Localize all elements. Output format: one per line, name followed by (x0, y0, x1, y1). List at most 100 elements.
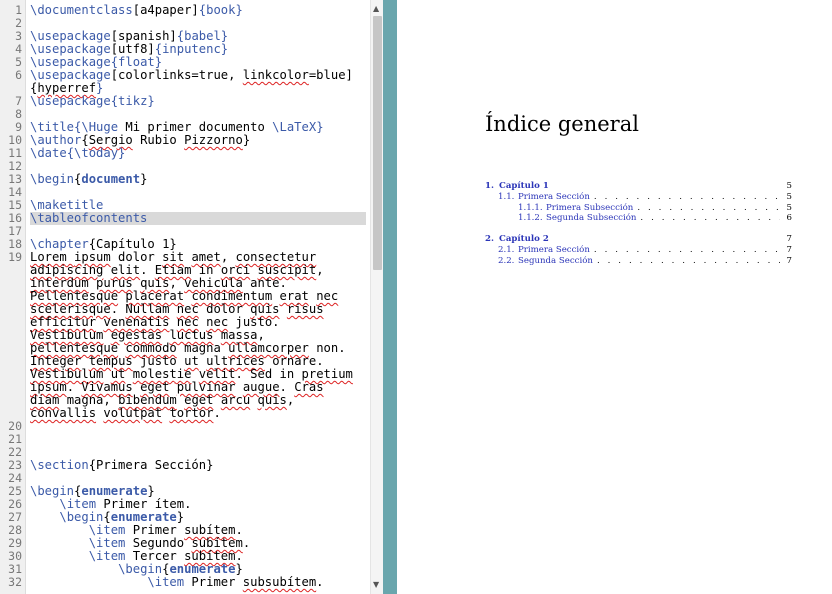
scroll-down-icon[interactable]: ▼ (373, 580, 379, 589)
misspelled-word: hyperref (37, 81, 97, 95)
toc-entry[interactable]: 1.1.1. Primera Subsección (518, 203, 633, 213)
code-line[interactable]: 7 \usepackage{tikz} (0, 95, 370, 108)
toc-entry[interactable]: 1.1. Primera Sección (498, 192, 590, 202)
misspelled-word: efficitur (30, 315, 97, 329)
code-text[interactable]: \usepackage[colorlinks=true, linkcolor=b… (30, 69, 366, 96)
scroll-thumb[interactable] (373, 16, 382, 270)
code-token: \usepackage (30, 29, 111, 43)
misspelled-word: commodo (125, 341, 177, 355)
code-token: . (66, 380, 82, 394)
toc-entry[interactable]: 2. Capítulo 2 (485, 234, 549, 244)
code-token: \item (59, 497, 97, 511)
code-text[interactable]: \section{Primera Sección} (30, 459, 366, 472)
misspelled-word: orci (220, 263, 251, 277)
code-line[interactable]: 23 \section{Primera Sección} (0, 459, 370, 472)
misspelled-word: Integer (30, 354, 82, 368)
code-token: non. (308, 341, 346, 355)
code-text[interactable]: \begin{document} (30, 173, 366, 186)
code-token: [a4paper] (132, 3, 199, 17)
code-token: \begin (30, 172, 75, 186)
code-line[interactable]: 11 \date{\today} (0, 147, 370, 160)
misspelled-word: amet (191, 250, 221, 264)
code-token: \usepackage (30, 94, 111, 108)
code-text[interactable]: Lorem ipsum dolor sit amet, consectetur … (30, 251, 366, 420)
code-text[interactable]: \date{\today} (30, 147, 366, 160)
toc-leader-dots: . . . . . . . . . . . . . . . . . . . . … (640, 213, 780, 224)
scroll-up-icon[interactable]: ▲ (373, 4, 379, 13)
code-line[interactable]: 19 Lorem ipsum dolor sit amet, consectetu… (0, 251, 370, 420)
code-line[interactable]: 6 \usepackage[colorlinks=true, linkcolor=… (0, 69, 370, 96)
toc-entry-label: Capítulo 2 (499, 234, 549, 245)
code-token: , (316, 263, 324, 277)
code-token: \date (30, 146, 67, 160)
code-line[interactable]: 13 \begin{document} (0, 173, 370, 186)
toc-entry-number: 1. (485, 181, 494, 191)
code-lines[interactable]: 1 \documentclass[a4paper]{book} 2 3 \usepack… (0, 4, 370, 589)
misspelled-word: arcu (220, 393, 251, 407)
code-line[interactable]: 1 \documentclass[a4paper]{book} (0, 4, 370, 17)
code-line[interactable]: 32 \item Primer subsubítem. (0, 576, 370, 589)
misspelled-word: ullamcorper (228, 341, 309, 355)
misspelled-word: suscipit (257, 263, 317, 277)
misspelled-word: scelerisque (30, 302, 111, 316)
misspelled-word: ut (110, 367, 126, 381)
code-token: , (220, 250, 236, 264)
code-token: \item (88, 536, 126, 550)
code-line[interactable]: 20 (0, 420, 370, 433)
code-line[interactable]: 21 (0, 433, 370, 446)
code-text[interactable]: \item Primer subsubítem. (30, 576, 366, 589)
code-text[interactable]: \tableofcontents (30, 212, 366, 225)
code-text[interactable]: \usepackage{tikz} (30, 95, 366, 108)
code-token: \begin (59, 510, 104, 524)
misspelled-word: erat (279, 289, 309, 303)
code-token: \chapter (30, 237, 89, 251)
code-token: \item (147, 575, 185, 589)
code-line[interactable]: 16 \tableofcontents (0, 212, 370, 225)
misspelled-word: Cras (294, 380, 324, 394)
latex-source-editor[interactable]: 1 \documentclass[a4paper]{book} 2 3 \usepack… (0, 0, 383, 594)
code-token: {\Huge (74, 120, 119, 134)
code-token: {book} (198, 3, 243, 17)
code-token: \tableofcontents (30, 211, 148, 225)
code-token: \maketitle (30, 198, 104, 212)
toc-entry[interactable]: 2.2. Segunda Sección (498, 256, 593, 266)
misspelled-word: tortor (169, 406, 214, 420)
toc-entry-label: Segunda Sección (518, 255, 593, 266)
misspelled-word: eget (140, 380, 170, 394)
code-token: {babel} (176, 29, 229, 43)
code-token: Segundo (125, 536, 192, 550)
code-token: \author (30, 133, 82, 147)
toc-page-number: 7 (786, 234, 792, 245)
misspelled-word: Sergio (88, 133, 133, 147)
misspelled-word: Vivamus (81, 380, 133, 394)
misspelled-word: subítem (191, 536, 243, 550)
misspelled-word: nec (206, 315, 229, 329)
code-token: } (235, 562, 243, 576)
toc-entry[interactable]: 1.1.2. Segunda Subsección (518, 213, 636, 223)
code-token: Primer (184, 575, 243, 589)
code-token: . (242, 536, 251, 550)
toc-entry-number: 1.1.1. (518, 202, 543, 213)
code-text[interactable]: \documentclass[a4paper]{book} (30, 4, 366, 17)
code-token: . (140, 263, 155, 277)
misspelled-word: bibendum (118, 393, 177, 407)
misspelled-word: velit (198, 367, 236, 381)
code-token: \usepackage (30, 42, 111, 56)
toc-leader-dots: . . . . . . . . . . . . . . . . . . . . … (593, 245, 780, 255)
code-token: {Primera Sección} (88, 458, 214, 472)
toc-leader-dots: . . . . . . . . . . . . . . . . . . . . … (637, 202, 780, 213)
toc-leader-dots: . . . . . . . . . . . . . . . . . . . . … (593, 191, 780, 202)
pane-splitter[interactable] (383, 0, 397, 594)
code-token: } (96, 81, 104, 95)
toc-entry[interactable]: 1. Capítulo 1 (485, 181, 549, 191)
code-token: , (169, 276, 185, 290)
toc-heading: Índice general (485, 112, 639, 136)
toc-entry[interactable]: 2.1. Primera Sección (498, 245, 590, 255)
editor-scrollbar[interactable]: ▲ ▼ (370, 0, 383, 594)
code-token: justo. (228, 315, 280, 329)
